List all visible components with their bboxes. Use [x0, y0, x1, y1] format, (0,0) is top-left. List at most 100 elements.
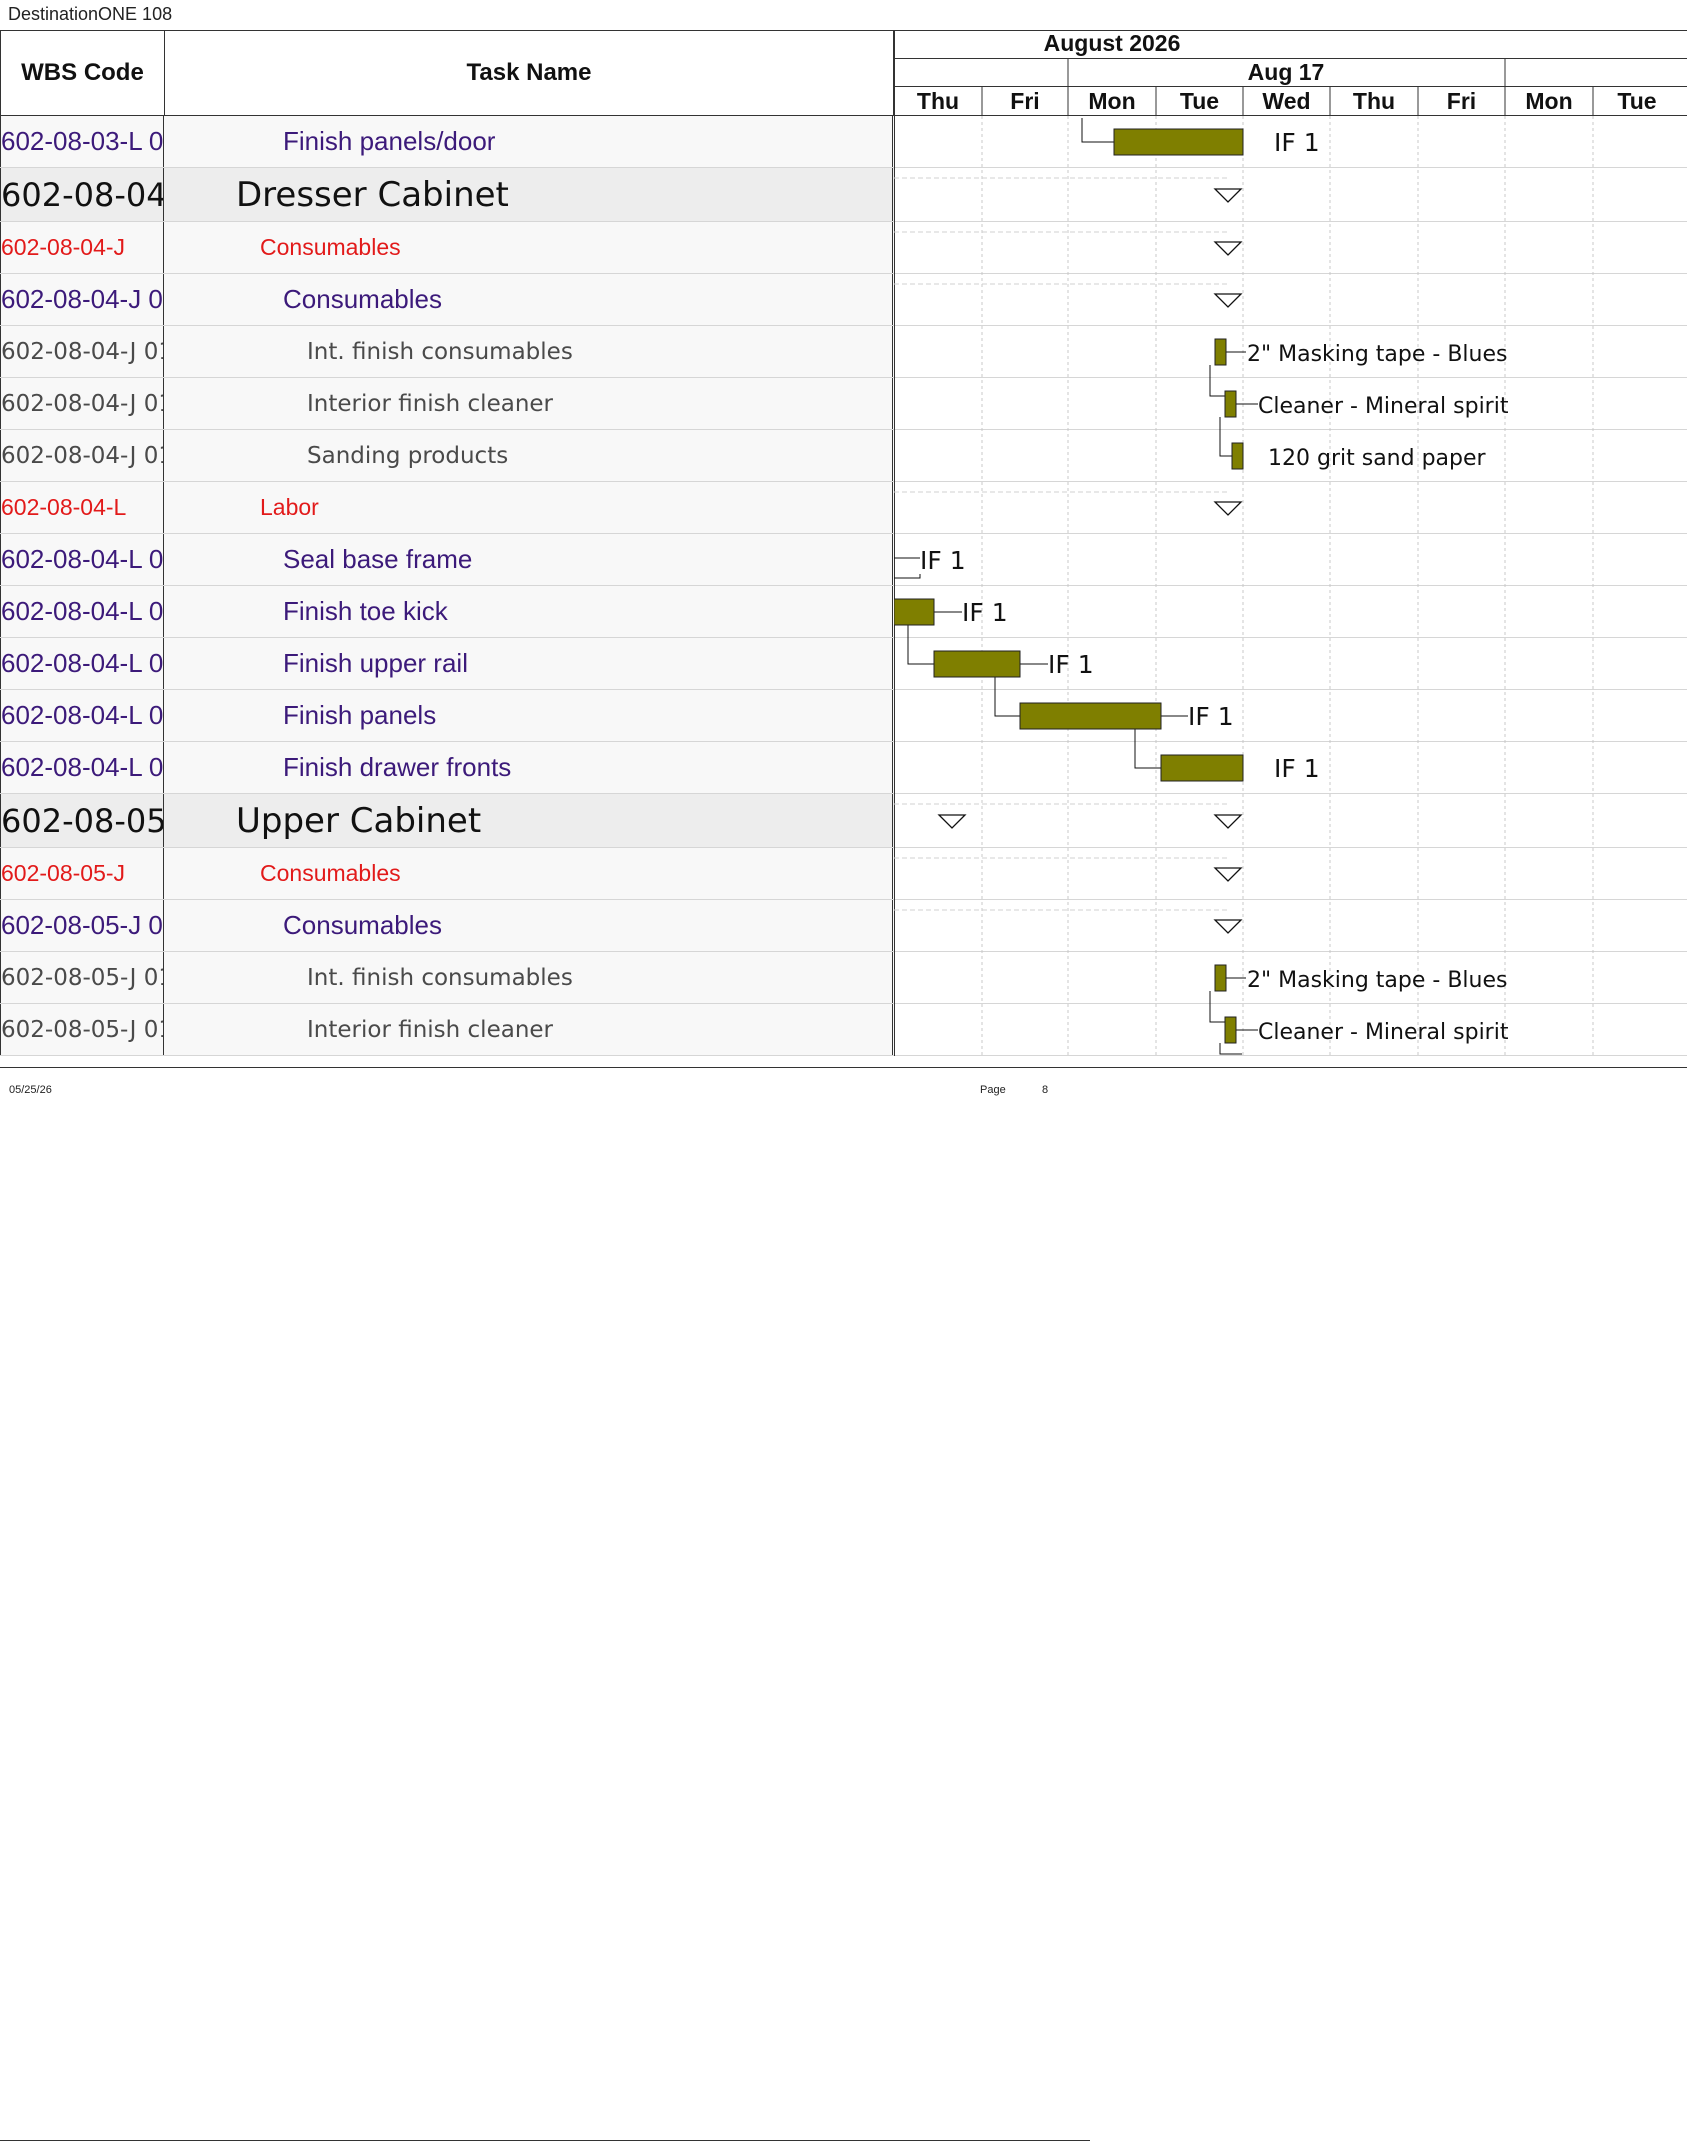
bar-label: IF 1 — [1188, 702, 1234, 731]
task-name-cell[interactable]: Finish panels/door — [165, 116, 893, 167]
wbs-code-cell[interactable]: 602-08-04-L 0 — [0, 638, 164, 689]
wbs-code-cell[interactable]: 602-08-04-L 0 — [0, 742, 164, 793]
task-row[interactable]: 602-08-04-J 01 Interior finish cleaner — [0, 378, 894, 430]
task-bar-sanding-products[interactable] — [1231, 442, 1244, 470]
task-name-cell[interactable]: Consumables — [165, 900, 893, 951]
page-footer: 05/25/26 Page 8 — [0, 1068, 1687, 2141]
bar-label: IF 1 — [962, 598, 1008, 627]
bar-label: IF 1 — [1274, 128, 1320, 157]
bar-label: IF 1 — [1048, 650, 1094, 679]
wbs-code-cell[interactable]: 602-08-04-L 0 — [0, 690, 164, 741]
timescale-day-label: Mon — [1088, 88, 1135, 114]
task-name-cell[interactable]: Int. finish consumables — [165, 952, 893, 1003]
task-name-cell[interactable]: Consumables — [165, 848, 893, 899]
summary-marker[interactable] — [1213, 501, 1243, 516]
summary-marker[interactable] — [1213, 188, 1243, 203]
task-bar-finish-upper-rail[interactable] — [933, 650, 1021, 678]
task-row[interactable]: 602-08-05-J 01 Interior finish cleaner — [0, 1004, 894, 1056]
summary-marker[interactable] — [1213, 293, 1243, 308]
summary-marker[interactable] — [1213, 919, 1243, 934]
summary-marker[interactable] — [937, 814, 967, 829]
task-name-cell[interactable]: Finish toe kick — [165, 586, 893, 637]
task-row[interactable]: 602-08-03-L 0 Finish panels/door — [0, 116, 894, 168]
task-row[interactable]: 602-08-04-L 0 Seal base frame — [0, 534, 894, 586]
task-bar-int-finish-consumables[interactable] — [1214, 964, 1227, 992]
task-name-cell[interactable]: Consumables — [165, 274, 893, 325]
wbs-code-cell[interactable]: 602-08-04-L 0 — [0, 534, 164, 585]
timescale-day-label: Thu — [1353, 88, 1395, 114]
task-name-cell[interactable]: Upper Cabinet — [165, 794, 893, 847]
wbs-code-cell[interactable]: 602-08-05-J 0 — [0, 900, 164, 951]
task-bar-finish-panels-door[interactable] — [1113, 128, 1244, 156]
timescale-day-label: Tue — [1180, 88, 1219, 114]
dependency-link — [1209, 991, 1225, 1023]
task-name-cell[interactable]: Consumables — [165, 222, 893, 273]
wbs-code-cell[interactable]: 602-08-05-J 01 — [0, 952, 164, 1003]
timescale-day-label: Tue — [1617, 88, 1656, 114]
task-row[interactable]: 602-08-04-L Labor — [0, 482, 894, 534]
summary-marker[interactable] — [1213, 867, 1243, 882]
task-name-cell[interactable]: Labor — [165, 482, 893, 533]
wbs-code-cell[interactable]: 602-08-05 — [0, 794, 164, 847]
wbs-code-cell[interactable]: 602-08-04-L — [0, 482, 164, 533]
wbs-code-cell[interactable]: 602-08-04-J 0 — [0, 274, 164, 325]
task-bar-finish-drawer-fronts[interactable] — [1160, 754, 1244, 782]
task-name-cell[interactable]: Seal base frame — [165, 534, 893, 585]
dependency-link — [894, 574, 921, 579]
task-name-cell[interactable]: Interior finish cleaner — [165, 378, 893, 429]
task-row[interactable]: 602-08-04-L 0 Finish toe kick — [0, 586, 894, 638]
task-bar-finish-panels[interactable] — [1019, 702, 1162, 730]
summary-task-row[interactable]: 602-08-04 Dresser Cabinet — [0, 168, 894, 222]
task-name-cell[interactable]: Int. finish consumables — [165, 326, 893, 377]
task-name-cell[interactable]: Finish panels — [165, 690, 893, 741]
wbs-code-cell[interactable]: 602-08-04-L 0 — [0, 586, 164, 637]
gantt-chart: IF 1 2" Masking tape - Blues Cleaner - Min… — [894, 116, 1687, 1056]
wbs-code-cell[interactable]: 602-08-05-J — [0, 848, 164, 899]
task-name-cell[interactable]: Dresser Cabinet — [165, 168, 893, 221]
bar-label: 2" Masking tape - Blues — [1247, 968, 1507, 993]
task-bar-finish-toe-kick[interactable] — [894, 598, 935, 626]
dependency-link — [994, 677, 1020, 717]
task-row[interactable]: 602-08-05-J 01 Int. finish consumables — [0, 952, 894, 1004]
wbs-code-cell[interactable]: 602-08-04-J — [0, 222, 164, 273]
timescale-week-label: Aug 17 — [1248, 59, 1325, 85]
wbs-code-cell[interactable]: 602-08-05-J 01 — [0, 1004, 164, 1055]
task-name-cell[interactable]: Finish drawer fronts — [165, 742, 893, 793]
wbs-code-cell[interactable]: 602-08-04-J 01 — [0, 326, 164, 377]
task-row[interactable]: 602-08-05-J 0 Consumables — [0, 900, 894, 952]
wbs-code-cell[interactable]: 602-08-03-L 0 — [0, 116, 164, 167]
bar-label: Cleaner - Mineral spirit — [1258, 1020, 1509, 1045]
footer-date: 05/25/26 — [9, 1084, 52, 1096]
task-row[interactable]: 602-08-04-J 01 Int. finish consumables — [0, 326, 894, 378]
wbs-column-header[interactable]: WBS Code — [0, 30, 165, 116]
task-name-cell[interactable]: Finish upper rail — [165, 638, 893, 689]
task-row[interactable]: 602-08-04-J 0 Consumables — [0, 274, 894, 326]
task-name-column-header[interactable]: Task Name — [165, 30, 894, 116]
task-row[interactable]: 602-08-04-J 01 Sanding products — [0, 430, 894, 482]
dependency-link — [1134, 729, 1161, 769]
task-row[interactable]: 602-08-04-J Consumables — [0, 222, 894, 274]
task-row[interactable]: 602-08-04-L 0 Finish drawer fronts — [0, 742, 894, 794]
wbs-code-cell[interactable]: 602-08-04 — [0, 168, 164, 221]
task-name-cell[interactable]: Interior finish cleaner — [165, 1004, 893, 1055]
summary-task-row[interactable]: 602-08-05 Upper Cabinet — [0, 794, 894, 848]
summary-marker[interactable] — [1213, 241, 1243, 256]
task-row[interactable]: 602-08-04-L 0 Finish panels — [0, 690, 894, 742]
dependency-link — [1209, 365, 1225, 397]
task-bar-interior-finish-cleaner[interactable] — [1224, 1016, 1237, 1044]
task-row[interactable]: 602-08-05-J Consumables — [0, 848, 894, 900]
wbs-code-cell[interactable]: 602-08-04-J 01 — [0, 430, 164, 481]
document-title: DestinationONE 108 — [8, 4, 173, 24]
timescale-day-label: Thu — [917, 88, 959, 114]
summary-marker[interactable] — [1213, 814, 1243, 829]
task-name-cell[interactable]: Sanding products — [165, 430, 893, 481]
footer-page-number: 8 — [1042, 1084, 1049, 1096]
bar-label: IF 1 — [920, 546, 966, 575]
task-row[interactable]: 602-08-04-L 0 Finish upper rail — [0, 638, 894, 690]
timescale-days: Thu Fri Mon Tue Wed Thu Fri Mon Tue — [917, 87, 1657, 116]
task-bar-interior-finish-cleaner[interactable] — [1224, 390, 1237, 418]
timescale-day-label: Fri — [1010, 88, 1039, 114]
wbs-code-cell[interactable]: 602-08-04-J 01 — [0, 378, 164, 429]
task-bar-int-finish-consumables[interactable] — [1214, 338, 1227, 366]
dependency-link — [1219, 1043, 1242, 1055]
